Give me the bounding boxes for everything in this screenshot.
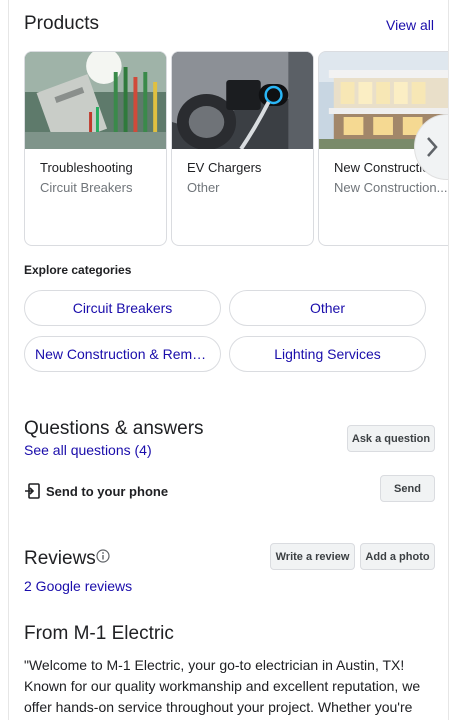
chip-label: Other — [309, 300, 345, 316]
view-all-link[interactable]: View all — [386, 17, 434, 33]
google-reviews-link[interactable]: 2 Google reviews — [24, 578, 132, 594]
explore-categories-label: Explore categories — [24, 263, 132, 277]
business-description: "Welcome to M-1 Electric, your go-to ele… — [24, 657, 421, 715]
ev-charger-image — [172, 52, 313, 149]
circuit-breaker-image — [25, 52, 166, 149]
chip-label: Lighting Services — [274, 346, 381, 362]
chip-circuit-breakers[interactable]: Circuit Breakers — [24, 290, 221, 326]
product-card-ev-chargers[interactable]: EV Chargers Other — [171, 51, 314, 246]
info-icon[interactable] — [96, 549, 110, 563]
add-photo-button[interactable]: Add a photo — [360, 543, 435, 570]
products-carousel: Troubleshooting Circuit Breakers EV Char… — [24, 51, 448, 247]
qa-heading: Questions & answers — [24, 418, 204, 439]
product-category: Circuit Breakers — [40, 180, 133, 195]
product-category: New Construction... — [334, 180, 448, 195]
chevron-right-icon — [427, 137, 438, 157]
send-to-phone-label: Send to your phone — [46, 483, 169, 499]
see-all-questions-link[interactable]: See all questions (4) — [24, 442, 152, 458]
product-title: EV Chargers — [187, 160, 262, 175]
products-heading: Products — [24, 13, 99, 34]
chip-new-construction[interactable]: New Construction & Remo... — [24, 336, 221, 372]
chip-label: New Construction & Remo... — [35, 346, 212, 362]
from-business-heading: From M-1 Electric — [24, 623, 174, 644]
chip-label: Circuit Breakers — [72, 300, 173, 316]
business-panel: Products View all Troubleshooting Circui… — [8, 0, 449, 720]
send-to-phone-icon — [25, 483, 40, 499]
write-review-button[interactable]: Write a review — [270, 543, 355, 570]
send-button[interactable]: Send — [380, 475, 435, 502]
product-card-troubleshooting[interactable]: Troubleshooting Circuit Breakers — [24, 51, 167, 246]
send-to-phone-row: Send to your phone — [24, 483, 168, 499]
ask-question-button[interactable]: Ask a question — [347, 425, 435, 452]
chip-lighting-services[interactable]: Lighting Services — [229, 336, 426, 372]
product-category: Other — [187, 180, 220, 195]
chip-other[interactable]: Other — [229, 290, 426, 326]
product-title: Troubleshooting — [40, 160, 133, 175]
reviews-heading: Reviews — [24, 548, 96, 569]
